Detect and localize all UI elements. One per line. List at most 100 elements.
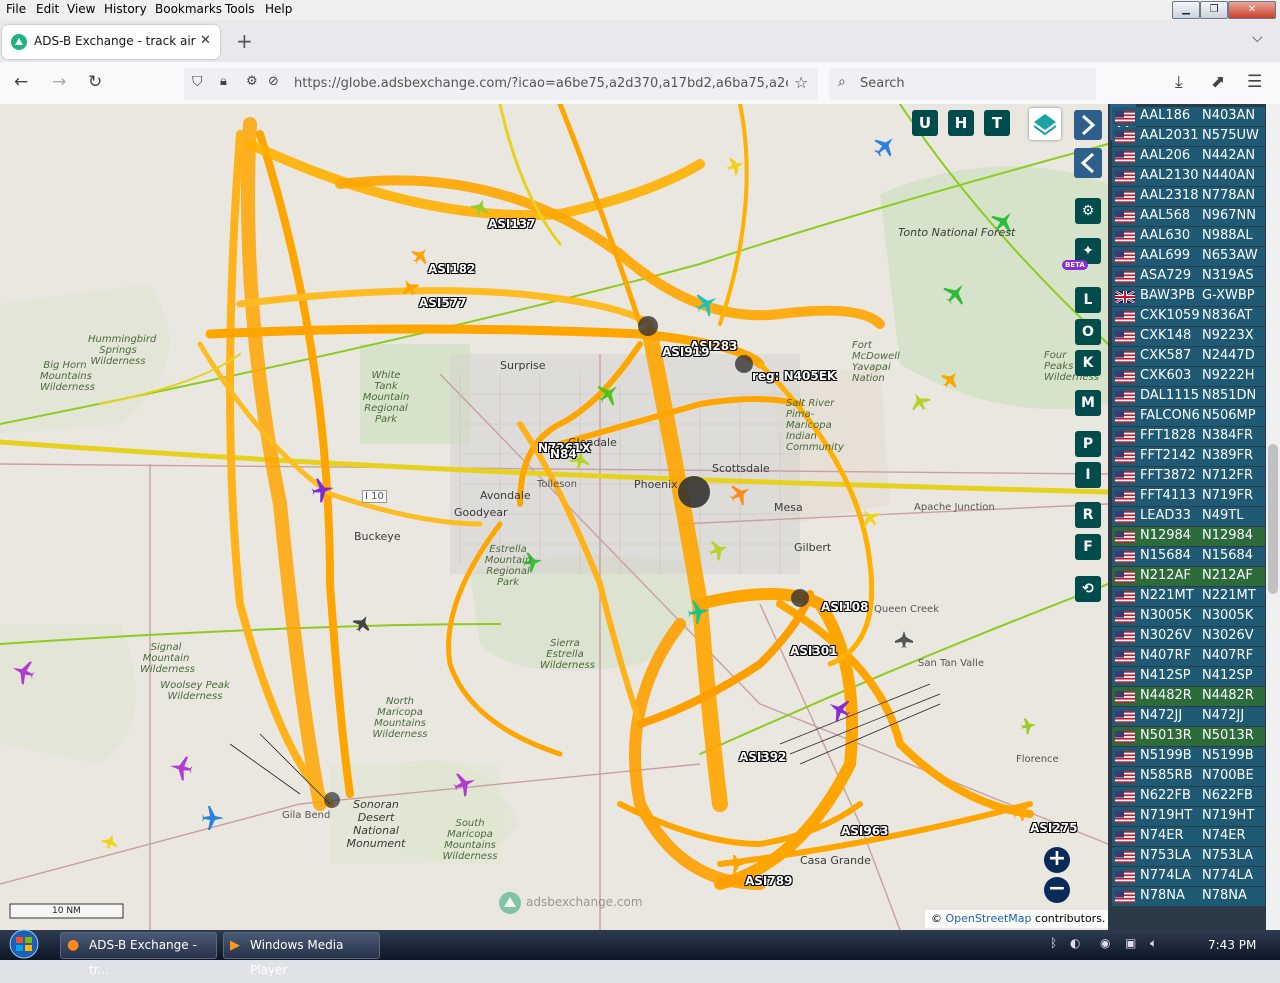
aircraft-row[interactable]: FFT3872 N712FR bbox=[1112, 467, 1265, 486]
aircraft-row[interactable]: FFT1828 N384FR bbox=[1112, 427, 1265, 446]
toggle-r-button[interactable]: R bbox=[1075, 502, 1101, 528]
back-icon[interactable]: ← bbox=[14, 72, 28, 92]
aircraft-row[interactable]: AAL186 N403AN bbox=[1112, 107, 1265, 126]
bookmark-star-icon[interactable]: ☆ bbox=[794, 73, 808, 92]
aircraft-label[interactable]: reg: N405EK bbox=[752, 369, 836, 383]
toggle-l-button[interactable]: L bbox=[1075, 287, 1101, 313]
aircraft-icon[interactable] bbox=[724, 154, 746, 177]
aircraft-row[interactable]: AAL2031 N575UW bbox=[1112, 127, 1265, 146]
taskbar-media-player[interactable]: ▶ Windows Media Player bbox=[223, 932, 380, 977]
aircraft-label[interactable]: ASI182 bbox=[428, 262, 475, 276]
aircraft-row[interactable]: AAL206 N442AN bbox=[1112, 147, 1265, 166]
aircraft-label[interactable]: ASI275 bbox=[1030, 821, 1077, 835]
aircraft-row[interactable]: DAL1115 N851DN bbox=[1112, 387, 1265, 406]
aircraft-label[interactable]: ASI577 bbox=[419, 296, 466, 310]
tracking-protection-icon[interactable]: ⛉ bbox=[192, 74, 203, 90]
downloads-icon[interactable]: ⤓ bbox=[1175, 72, 1183, 92]
aircraft-row[interactable]: ASA729 N319AS bbox=[1112, 267, 1265, 286]
toggle-p-button[interactable]: P bbox=[1075, 431, 1101, 457]
aircraft-row[interactable]: N221MT N221MT bbox=[1112, 587, 1265, 606]
aircraft-icon[interactable] bbox=[350, 612, 374, 636]
aircraft-label[interactable]: N84 bbox=[550, 447, 577, 461]
aircraft-row[interactable]: FALCON6 N506MP bbox=[1112, 407, 1265, 426]
aircraft-row[interactable]: N753LA N753LA bbox=[1112, 847, 1265, 866]
aircraft-row[interactable]: N5013R N5013R bbox=[1112, 727, 1265, 746]
aircraft-row[interactable]: N4482R N4482R bbox=[1112, 687, 1265, 706]
app-menu-icon[interactable]: ☰ bbox=[1247, 72, 1262, 92]
aircraft-label[interactable]: ASI392 bbox=[739, 750, 786, 764]
menu-edit[interactable]: Edit bbox=[36, 2, 59, 16]
aircraft-row[interactable]: N74ER N74ER bbox=[1112, 827, 1265, 846]
forward-icon[interactable]: → bbox=[52, 72, 66, 92]
taskbar-firefox[interactable]: ● ADS-B Exchange - tr... bbox=[60, 932, 217, 977]
reload-icon[interactable]: ↻ bbox=[88, 72, 102, 92]
settings-button[interactable]: ⚙ bbox=[1075, 198, 1101, 224]
aircraft-row[interactable]: LEAD33 N49TL bbox=[1112, 507, 1265, 526]
minimize-icon[interactable]: ▁ bbox=[1172, 1, 1200, 19]
aircraft-row[interactable]: N12984 N12984 bbox=[1112, 527, 1265, 546]
toggle-f-button[interactable]: F bbox=[1075, 534, 1101, 560]
tab-adsb[interactable]: ADS-B Exchange - track aircraft ✕ bbox=[2, 25, 220, 59]
network-icon[interactable]: ◐ bbox=[1070, 936, 1080, 950]
collapse-panel-button[interactable] bbox=[1074, 148, 1102, 178]
aircraft-row[interactable]: CXK148 N9223X bbox=[1112, 327, 1265, 346]
search-box[interactable]: ⌕ Search bbox=[829, 68, 1096, 100]
aircraft-row[interactable]: AAL2130 N440AN bbox=[1112, 167, 1265, 186]
aircraft-row[interactable]: AAL699 N653AW bbox=[1112, 247, 1265, 266]
aircraft-icon[interactable] bbox=[869, 130, 900, 161]
layers-button[interactable] bbox=[1029, 108, 1061, 140]
replay-button[interactable]: ⟲ bbox=[1075, 576, 1101, 602]
aircraft-row[interactable]: N622FB N622FB bbox=[1112, 787, 1265, 806]
aircraft-row[interactable]: N212AF N212AF bbox=[1112, 567, 1265, 586]
blocked-media-icon[interactable]: ⊘ bbox=[268, 74, 279, 89]
aircraft-label[interactable]: ASI301 bbox=[790, 644, 837, 658]
aircraft-row[interactable]: N412SP N412SP bbox=[1112, 667, 1265, 686]
wifi-icon[interactable]: ▣ bbox=[1125, 936, 1136, 950]
menu-view[interactable]: View bbox=[67, 2, 95, 16]
list-tabs-chevron-icon[interactable]: ⌵ bbox=[1252, 30, 1263, 46]
osm-link[interactable]: OpenStreetMap bbox=[946, 912, 1032, 925]
aircraft-row[interactable]: CXK603 N9222H bbox=[1112, 367, 1265, 386]
menu-history[interactable]: History bbox=[104, 2, 147, 16]
clock[interactable]: 7:43 PM bbox=[1208, 938, 1256, 952]
aircraft-row[interactable]: FFT4113 N719FR bbox=[1112, 487, 1265, 506]
toggle-u-button[interactable]: U bbox=[912, 110, 938, 136]
aircraft-row[interactable]: AAL568 N967NN bbox=[1112, 207, 1265, 226]
aircraft-label[interactable]: ASI963 bbox=[841, 824, 888, 838]
aircraft-row[interactable]: N472JJ N472JJ bbox=[1112, 707, 1265, 726]
url-bar[interactable]: ⛉ 🔒︎ ⚙ ⊘ https://globe.adsbexchange.com/… bbox=[184, 68, 818, 100]
scrollbar-thumb[interactable] bbox=[1268, 444, 1278, 594]
aircraft-row[interactable]: N774LA N774LA bbox=[1112, 867, 1265, 886]
permissions-icon[interactable]: ⚙ bbox=[246, 74, 258, 89]
maximize-icon[interactable]: ❐ bbox=[1200, 1, 1228, 19]
aircraft-icon[interactable] bbox=[168, 754, 194, 781]
zoom-out-button[interactable]: − bbox=[1044, 877, 1070, 903]
toggle-o-button[interactable]: O bbox=[1075, 319, 1101, 345]
toggle-k-button[interactable]: K bbox=[1075, 350, 1101, 376]
menu-bookmarks[interactable]: Bookmarks bbox=[155, 2, 222, 16]
aircraft-icon[interactable] bbox=[906, 388, 933, 414]
lock-icon[interactable]: 🔒︎ bbox=[220, 74, 227, 89]
bluetooth-icon[interactable]: ᛒ bbox=[1050, 936, 1057, 950]
close-window-icon[interactable]: ✕ bbox=[1228, 1, 1276, 19]
menu-tools[interactable]: Tools bbox=[225, 2, 255, 16]
aircraft-row[interactable]: N78NA N78NA bbox=[1112, 887, 1265, 906]
aircraft-row[interactable]: N585RB N700BE bbox=[1112, 767, 1265, 786]
aircraft-row[interactable]: CXK587 N2447D bbox=[1112, 347, 1265, 366]
toggle-m-button[interactable]: M bbox=[1075, 390, 1101, 416]
aircraft-row[interactable]: N3005K N3005K bbox=[1112, 607, 1265, 626]
toggle-t-button[interactable]: T bbox=[984, 110, 1010, 136]
aircraft-icon[interactable] bbox=[895, 631, 913, 648]
steam-icon[interactable]: ◉ bbox=[1100, 936, 1110, 950]
menu-file[interactable]: File bbox=[6, 2, 26, 16]
aircraft-label[interactable]: ASI919 bbox=[662, 345, 709, 359]
aircraft-row[interactable]: N3026V N3026V bbox=[1112, 627, 1265, 646]
zoom-in-button[interactable]: + bbox=[1044, 847, 1070, 873]
menu-help[interactable]: Help bbox=[265, 2, 292, 16]
toggle-h-button[interactable]: H bbox=[948, 110, 974, 136]
new-tab-button[interactable]: + bbox=[236, 29, 253, 53]
aircraft-row[interactable]: BAW3PB G-XWBP bbox=[1112, 287, 1265, 306]
aircraft-icon[interactable] bbox=[100, 832, 120, 852]
start-button[interactable] bbox=[4, 928, 44, 960]
aircraft-row[interactable]: FFT2142 N389FR bbox=[1112, 447, 1265, 466]
